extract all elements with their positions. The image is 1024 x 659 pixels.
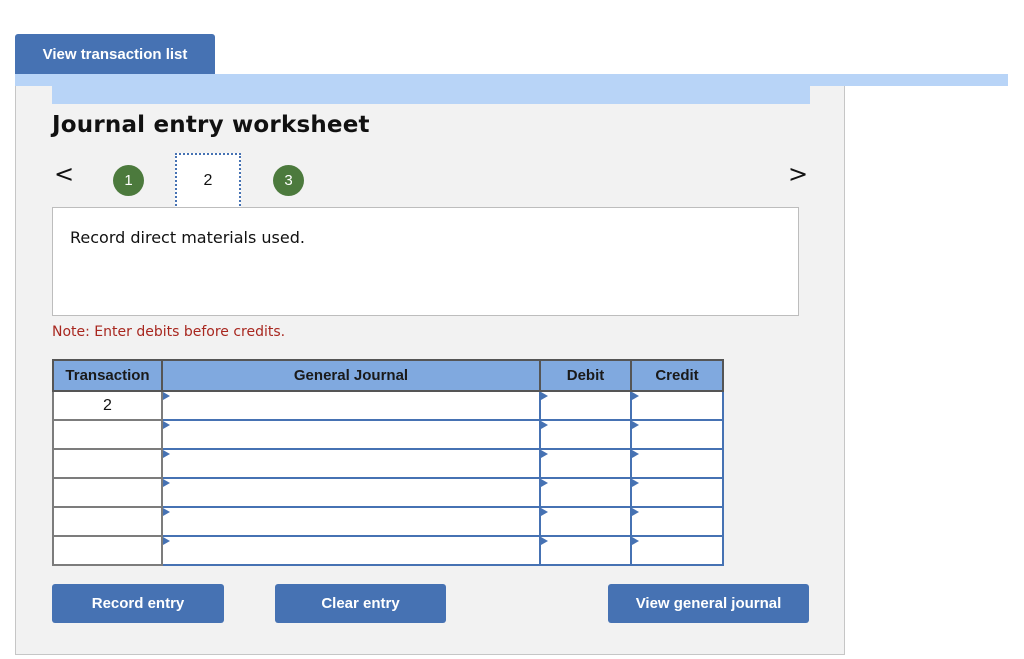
debit-input[interactable] — [541, 537, 630, 564]
transaction-cell — [52, 419, 163, 450]
credit-input[interactable] — [632, 508, 722, 535]
table-header-row: Transaction General Journal Debit Credit — [52, 359, 724, 392]
credit-cell — [630, 419, 724, 450]
table-row — [52, 535, 724, 566]
debit-cell — [539, 390, 632, 421]
general-journal-input[interactable] — [163, 479, 539, 506]
debit-cell — [539, 535, 632, 566]
general-journal-cell — [161, 477, 541, 508]
general-journal-cell — [161, 506, 541, 537]
view-general-journal-button[interactable]: View general journal — [608, 584, 809, 623]
debit-cell — [539, 448, 632, 479]
transaction-cell — [52, 448, 163, 479]
step-1-button[interactable]: 1 — [113, 165, 144, 196]
top-strip — [15, 74, 1008, 86]
credit-cell — [630, 390, 724, 421]
instruction-box: Record direct materials used. — [52, 207, 799, 316]
credit-input[interactable] — [632, 450, 722, 477]
column-header-debit: Debit — [539, 359, 632, 392]
transaction-cell — [52, 535, 163, 566]
credit-input[interactable] — [632, 479, 722, 506]
credit-input[interactable] — [632, 392, 722, 419]
credit-cell — [630, 535, 724, 566]
table-row: 2 — [52, 390, 724, 421]
debit-cell — [539, 419, 632, 450]
debit-input[interactable] — [541, 450, 630, 477]
general-journal-input[interactable] — [163, 537, 539, 564]
debit-cell — [539, 477, 632, 508]
transaction-cell — [52, 477, 163, 508]
transaction-cell — [52, 506, 163, 537]
table-row — [52, 477, 724, 508]
step-2-button-current[interactable]: 2 — [175, 153, 241, 209]
record-entry-button[interactable]: Record entry — [52, 584, 224, 623]
transaction-cell: 2 — [52, 390, 163, 421]
debit-input[interactable] — [541, 392, 630, 419]
column-header-credit: Credit — [630, 359, 724, 392]
journal-table: Transaction General Journal Debit Credit… — [52, 359, 724, 566]
chevron-right-icon[interactable]: > — [788, 162, 808, 186]
table-row — [52, 506, 724, 537]
general-journal-input[interactable] — [163, 508, 539, 535]
general-journal-cell — [161, 390, 541, 421]
general-journal-input[interactable] — [163, 450, 539, 477]
credit-cell — [630, 477, 724, 508]
table-row — [52, 419, 724, 450]
general-journal-input[interactable] — [163, 392, 539, 419]
general-journal-input[interactable] — [163, 421, 539, 448]
debit-input[interactable] — [541, 421, 630, 448]
table-row — [52, 448, 724, 479]
credit-cell — [630, 448, 724, 479]
general-journal-cell — [161, 535, 541, 566]
journal-entry-worksheet-panel: Journal entry worksheet < 1 2 3 > Record… — [15, 86, 845, 655]
general-journal-cell — [161, 448, 541, 479]
view-transaction-list-button[interactable]: View transaction list — [15, 34, 215, 74]
debit-input[interactable] — [541, 479, 630, 506]
column-header-general-journal: General Journal — [161, 359, 541, 392]
chevron-left-icon[interactable]: < — [54, 162, 74, 186]
note-text: Note: Enter debits before credits. — [52, 324, 286, 340]
step-3-button[interactable]: 3 — [273, 165, 304, 196]
credit-input[interactable] — [632, 537, 722, 564]
general-journal-cell — [161, 419, 541, 450]
worksheet-title: Journal entry worksheet — [52, 112, 370, 138]
clear-entry-button[interactable]: Clear entry — [275, 584, 446, 623]
panel-header-strip — [52, 86, 810, 104]
debit-cell — [539, 506, 632, 537]
debit-input[interactable] — [541, 508, 630, 535]
credit-input[interactable] — [632, 421, 722, 448]
instruction-text: Record direct materials used. — [70, 228, 305, 247]
credit-cell — [630, 506, 724, 537]
column-header-transaction: Transaction — [52, 359, 163, 392]
